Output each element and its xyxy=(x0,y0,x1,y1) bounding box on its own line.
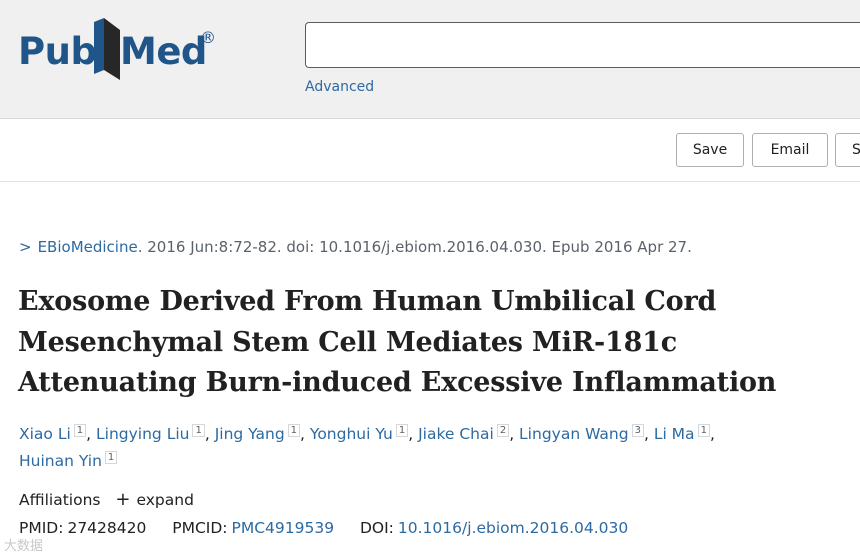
chevron-right-icon: > xyxy=(19,238,32,256)
author-item: Huinan Yin 1 xyxy=(19,450,118,470)
affiliations-label: Affiliations xyxy=(19,491,101,509)
author-link[interactable]: Lingyan Wang xyxy=(519,425,629,443)
author-link[interactable]: Li Ma xyxy=(654,425,695,443)
advanced-search-link[interactable]: Advanced xyxy=(305,79,374,95)
journal-link[interactable]: EBioMedicine. xyxy=(38,238,143,256)
author-link[interactable]: Huinan Yin xyxy=(19,452,102,470)
doi-link[interactable]: 10.1016/j.ebiom.2016.04.030 xyxy=(398,519,628,537)
affiliation-number[interactable]: 1 xyxy=(395,423,409,437)
citation-details: 2016 Jun:8:72-82. doi: 10.1016/j.ebiom.2… xyxy=(147,238,692,256)
affiliation-number[interactable]: 1 xyxy=(104,450,118,464)
send-to-button[interactable]: S xyxy=(835,133,860,167)
watermark: 大数据 xyxy=(4,539,44,554)
author-link[interactable]: Yonghui Yu xyxy=(310,425,393,443)
logo-pub-text: Pub xyxy=(18,30,97,73)
author-item: Xiao Li 1, xyxy=(19,423,97,443)
author-item: Yonghui Yu 1, xyxy=(309,423,419,443)
author-item: Lingyan Wang 3, xyxy=(519,423,654,443)
author-item: Li Ma 1, xyxy=(653,423,715,443)
author-link[interactable]: Jiake Chai xyxy=(418,425,494,443)
action-bar: Save Email S xyxy=(0,119,860,182)
registered-mark: ® xyxy=(200,28,216,47)
email-button[interactable]: Email xyxy=(752,133,828,167)
pmid-value: 27428420 xyxy=(67,519,147,537)
pmcid-link[interactable]: PMC4919539 xyxy=(232,519,335,537)
logo-med-text: Med xyxy=(120,30,207,73)
doi-label: DOI: xyxy=(359,519,394,537)
affiliation-number[interactable]: 1 xyxy=(192,423,205,437)
logo-book-icon xyxy=(94,18,120,80)
expand-affiliations-button[interactable]: + expand xyxy=(115,489,194,510)
author-link[interactable]: Jing Yang xyxy=(215,425,285,443)
pmcid-label: PMCID: xyxy=(172,519,228,537)
affiliation-number[interactable]: 1 xyxy=(287,423,301,437)
affiliation-number[interactable]: 1 xyxy=(697,423,710,437)
save-button[interactable]: Save xyxy=(676,133,744,167)
pubmed-logo[interactable]: Pub Med ® xyxy=(18,18,228,86)
affiliation-number[interactable]: 1 xyxy=(73,423,87,437)
article-title: Exosome Derived From Human Umbilical Cor… xyxy=(18,286,777,398)
affiliation-number[interactable]: 3 xyxy=(631,423,644,437)
author-item: Jiake Chai 2, xyxy=(418,423,520,443)
search-input[interactable] xyxy=(305,22,860,68)
header-bar: Pub Med ® Advanced xyxy=(0,0,860,119)
author-link[interactable]: Lingying Liu xyxy=(96,425,189,443)
plus-icon: + xyxy=(115,489,131,510)
author-item: Lingying Liu 1, xyxy=(96,423,215,443)
citation-line: > EBioMedicine. 2016 Jun:8:72-82. doi: 10… xyxy=(19,238,692,256)
affiliation-number[interactable]: 2 xyxy=(496,423,510,437)
author-link[interactable]: Xiao Li xyxy=(19,425,71,443)
expand-label: expand xyxy=(136,491,194,509)
author-list: Xiao Li 1, Lingying Liu 1, Jing Yang 1, Yon… xyxy=(19,421,819,475)
identifiers-row: PMID: 27428420 PMCID: PMC4919539 DOI: 10.10… xyxy=(19,519,628,537)
author-item: Jing Yang 1, xyxy=(214,423,310,443)
affiliations-row: Affiliations + expand xyxy=(19,489,194,510)
